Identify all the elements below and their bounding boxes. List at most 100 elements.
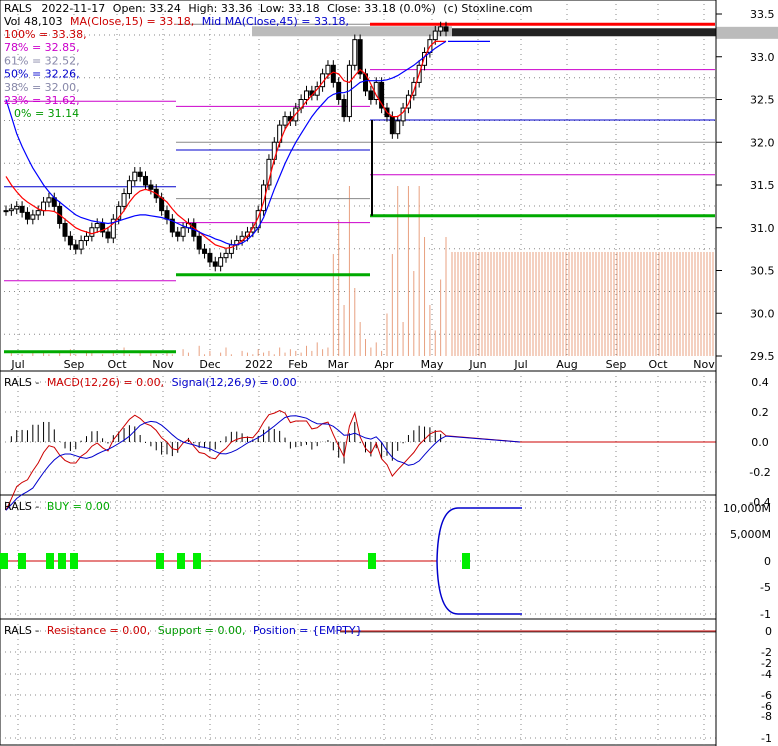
month-tick-label: Dec [199,358,220,371]
candle-body [196,235,202,250]
macd-y-tick-label: 0.2 [751,406,769,419]
buy-signal-marker [177,553,185,569]
month-tick-label: 2022 [245,358,273,371]
month-tick-label: Jul [10,358,24,371]
price-y-tick-label: 31.0 [750,222,775,235]
buy-signal-marker [368,553,376,569]
candle-body [352,39,358,66]
candle-body [94,222,100,229]
month-tick-label: Jul [513,358,527,371]
resistance-y-tick-label: -1 [761,732,772,745]
candle-body [78,240,84,250]
candle-body [3,210,9,213]
candle-body [35,210,41,216]
macd-y-tick-label: -0.2 [749,466,770,479]
resistance-panel-frame [0,618,717,746]
candle-body [325,64,331,75]
candle-body [438,26,444,32]
candle-body [143,175,149,186]
price-y-tick-label: 33.0 [750,51,775,64]
price-y-tick-label: 33.5 [750,8,775,21]
buy-y-tick-label: 10,000M [723,502,771,515]
stock-chart: Jul Sep Oct Nov Dec 2022 Feb Mar Apr May Jun Jul Aug… [0,0,778,746]
candle-body [389,116,395,135]
buy-symbol: RALS - [4,500,39,513]
candle-body [164,210,170,220]
month-tick-label: Mar [328,358,349,371]
price-y-tick-label: 32.5 [750,94,775,107]
buy-signal-marker [18,553,26,569]
buy-signal-marker [70,553,78,569]
buy-title: RALS - BUY = 0.00 [4,500,110,513]
signal-label: Signal(12,26,9) = 0.00 [172,376,297,389]
buy-signal-marker [462,553,470,569]
candle-body [202,248,208,254]
candle-body [73,244,79,250]
volume-value: Vol 48,103 [4,15,62,28]
month-tick-label: Sep [606,358,627,371]
candle-body [368,90,374,100]
price-y-tick-label: 30.0 [750,307,775,320]
price-y-tick-label: 30.5 [750,265,775,278]
date: 2022-11-17 [41,2,105,15]
candle-body [223,252,229,259]
price-y-tick-label: 31.5 [750,179,775,192]
ma15-label: MA(Close,15) = 33.18, [70,15,194,28]
month-tick-label: Nov [693,358,715,371]
candle-body [105,231,111,239]
month-tick-label: Apr [374,358,394,371]
fib-level-label: 50% = 32.26, [4,68,80,81]
candle-body [159,197,165,212]
future-price-band [452,28,716,37]
candle-body [443,26,449,32]
buy-signal-marker [193,553,201,569]
candle-body [180,227,186,237]
candle-body [126,180,132,195]
month-tick-label: Sep [64,358,85,371]
low-value: Low: 33.18 [260,2,320,15]
candle-body [24,211,30,220]
buy-y-tick-label: 5,000M [730,528,771,541]
resistance-title: RALS - Resistance = 0.00, Support = 0.00… [4,624,363,637]
fib-level-label: 78% = 32.85, [4,41,80,54]
macd-label: MACD(12,26) = 0.00, [47,376,164,389]
candle-body [41,201,47,212]
month-tick-label: May [421,358,444,371]
resistance-label: Resistance = 0.00, [47,624,150,637]
candle-body [67,235,73,246]
high-value: High: 33.36 [188,2,252,15]
ma-header-line: Vol 48,103 MA(Close,15) = 33.18, Mid MA(… [4,15,349,28]
month-tick-label: Aug [556,358,577,371]
candle-body [148,184,154,190]
price-y-tick-label: 29.5 [750,350,775,363]
month-tick-label: Nov [152,358,174,371]
open-value: Open: 33.24 [113,2,181,15]
buy-y-tick-label: -5 [760,581,771,594]
buy-signal-marker [0,553,8,569]
buy-y-tick-label: -1 [760,608,771,621]
candle-body [395,120,401,135]
candle-body [175,231,181,237]
macd-title: RALS - MACD(12,26) = 0.00, Signal(12,26,… [4,376,297,389]
fib-level-label: 61% = 32.52, [4,54,80,67]
candle-body [62,222,68,237]
month-tick-label: Jun [468,358,486,371]
candle-body [14,205,20,210]
resistance-y-tick-label: -4 [761,668,772,681]
month-tick-label: Oct [107,358,127,371]
candle-body [8,208,14,212]
candle-body [218,257,224,267]
resistance-y-tick-label: -8 [761,710,772,723]
candle-body [89,227,95,237]
candle-body [132,171,138,182]
fib-labels: 100% = 33.38,78% = 32.85,61% = 32.52,50%… [4,28,87,120]
price-y-tick-label: 32.0 [750,136,775,149]
buy-panel-frame [0,494,717,620]
month-tick-label: Feb [288,358,307,371]
fib-level-label: 100% = 33.38, [4,28,87,41]
close-value: Close: 33.18 (0.0%) [327,2,436,15]
candle-body [212,261,218,267]
candle-body [282,116,288,126]
credit: (c) Stoxline.com [443,2,532,15]
candle-body [330,64,336,83]
